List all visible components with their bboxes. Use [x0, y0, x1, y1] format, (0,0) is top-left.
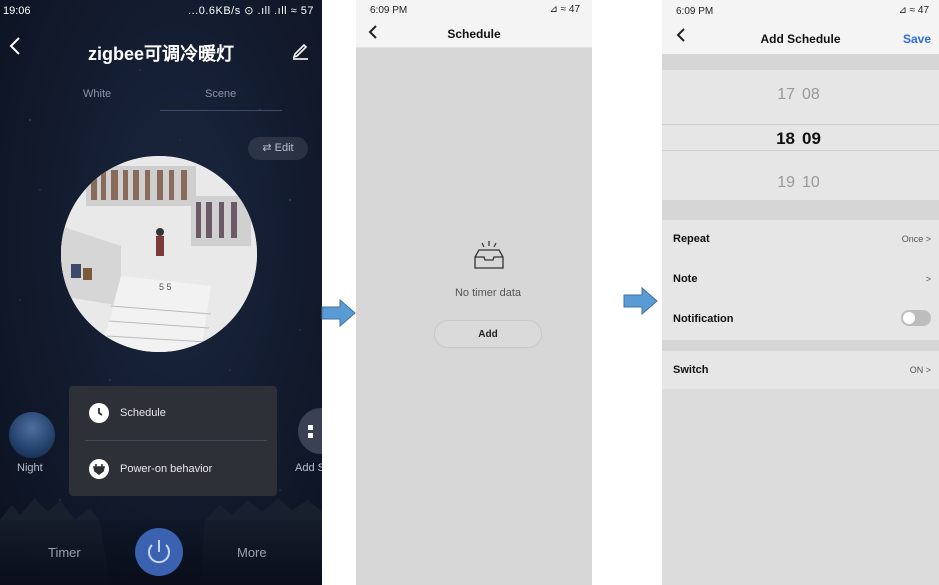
power-button[interactable] — [135, 528, 183, 576]
menu-item-schedule[interactable]: Schedule — [69, 386, 277, 440]
edit-name-button[interactable] — [290, 40, 310, 60]
clock-icon — [89, 403, 109, 423]
picker-minute: 08 — [802, 86, 820, 103]
picker-row-next[interactable]: 19 10 — [662, 174, 939, 192]
section-gap — [662, 340, 939, 351]
picker-hour: 17 — [777, 86, 795, 103]
switch-label: Switch — [673, 364, 709, 376]
picker-minute: 09 — [802, 129, 821, 148]
status-indicators: ⊿ ≈ 47 — [549, 4, 580, 15]
arrow-right-icon — [623, 286, 658, 316]
picker-hour: 19 — [777, 174, 795, 191]
more-menu-popup: Schedule Power-on behavior — [69, 386, 277, 496]
add-schedule-button[interactable]: Add — [434, 320, 542, 348]
picker-row-previous[interactable]: 17 08 — [662, 86, 939, 104]
scene-photo: 5 5 — [61, 156, 257, 352]
timer-button[interactable]: Timer — [48, 545, 81, 560]
add-scene-button[interactable] — [298, 408, 322, 454]
scene-night-label: Night — [17, 462, 43, 474]
menu-item-power-on-label: Power-on behavior — [120, 463, 213, 475]
plug-icon — [89, 459, 109, 479]
tab-scene[interactable]: Scene — [205, 88, 236, 100]
grid-icon — [308, 425, 313, 438]
notification-label: Notification — [673, 313, 734, 325]
picker-selection-line — [662, 124, 939, 125]
time-picker[interactable]: 17 08 18 09 19 10 — [662, 70, 939, 200]
power-icon — [148, 540, 170, 564]
note-label: Note — [673, 273, 698, 285]
schedule-options-list: Repeat Once > Note > Notification — [662, 220, 939, 340]
notification-toggle[interactable] — [901, 310, 931, 326]
nav-bar: Add Schedule Save — [662, 22, 939, 54]
page-title: Add Schedule — [760, 32, 841, 46]
library-scene-image: 5 5 — [61, 156, 257, 352]
pencil-icon — [292, 43, 308, 60]
tab-white[interactable]: White — [83, 88, 111, 100]
flow-diagram: 19:06 ...0.6KB/s ⊙ .ıll .ıll ≈ 57 zigbee… — [0, 0, 939, 585]
scene-night-button[interactable] — [9, 412, 55, 458]
device-control-screen: 19:06 ...0.6KB/s ⊙ .ıll .ıll ≈ 57 zigbee… — [0, 0, 322, 585]
save-button[interactable]: Save — [903, 32, 931, 46]
more-button[interactable]: More — [237, 545, 267, 560]
empty-state-text: No timer data — [454, 287, 522, 299]
switch-row[interactable]: Switch ON > — [662, 351, 939, 389]
status-bar: 6:09 PM ⊿ ≈ 47 — [662, 0, 939, 22]
empty-tray-icon — [474, 241, 504, 269]
nav-bar: Schedule — [356, 22, 592, 48]
note-row[interactable]: Note > — [662, 260, 939, 300]
status-time: 6:09 PM — [370, 5, 408, 16]
device-title: zigbee可调冷暖灯 — [87, 44, 234, 64]
edit-pill-label: Edit — [274, 142, 294, 154]
chevron-right-icon: > — [925, 365, 931, 375]
svg-text:5 5: 5 5 — [159, 282, 172, 292]
arrow-right-icon — [321, 298, 356, 328]
picker-hour: 18 — [776, 129, 795, 148]
repeat-label: Repeat — [673, 233, 710, 245]
add-schedule-screen: 6:09 PM ⊿ ≈ 47 Add Schedule Save 17 08 18… — [662, 0, 939, 585]
notification-row: Notification — [662, 300, 939, 340]
repeat-row[interactable]: Repeat Once > — [662, 220, 939, 260]
edit-scenes-button[interactable]: ⇄ Edit — [248, 137, 308, 160]
switch-value: ON > — [909, 365, 931, 375]
status-indicators: ⊿ ≈ 47 — [898, 5, 929, 16]
schedule-screen: 6:09 PM ⊿ ≈ 47 Schedule No timer data Ad… — [356, 0, 592, 585]
sliders-icon: ⇄ — [262, 142, 272, 154]
picker-selection-line — [662, 150, 939, 151]
section-gap — [662, 54, 939, 70]
menu-item-schedule-label: Schedule — [120, 407, 166, 419]
status-time: 6:09 PM — [676, 6, 714, 17]
tab-underline — [160, 110, 282, 111]
chevron-right-icon: > — [925, 274, 931, 284]
repeat-value: Once > — [901, 234, 931, 244]
status-bar: 6:09 PM ⊿ ≈ 47 — [356, 0, 592, 22]
chevron-right-icon: > — [925, 234, 931, 244]
page-title: Schedule — [447, 27, 501, 41]
section-gap — [662, 200, 939, 220]
picker-minute: 10 — [802, 174, 820, 191]
menu-item-power-on-behavior[interactable]: Power-on behavior — [69, 442, 277, 496]
picker-row-selected[interactable]: 18 09 — [662, 129, 939, 149]
menu-divider — [85, 440, 267, 441]
add-scene-label: Add S — [295, 462, 322, 474]
